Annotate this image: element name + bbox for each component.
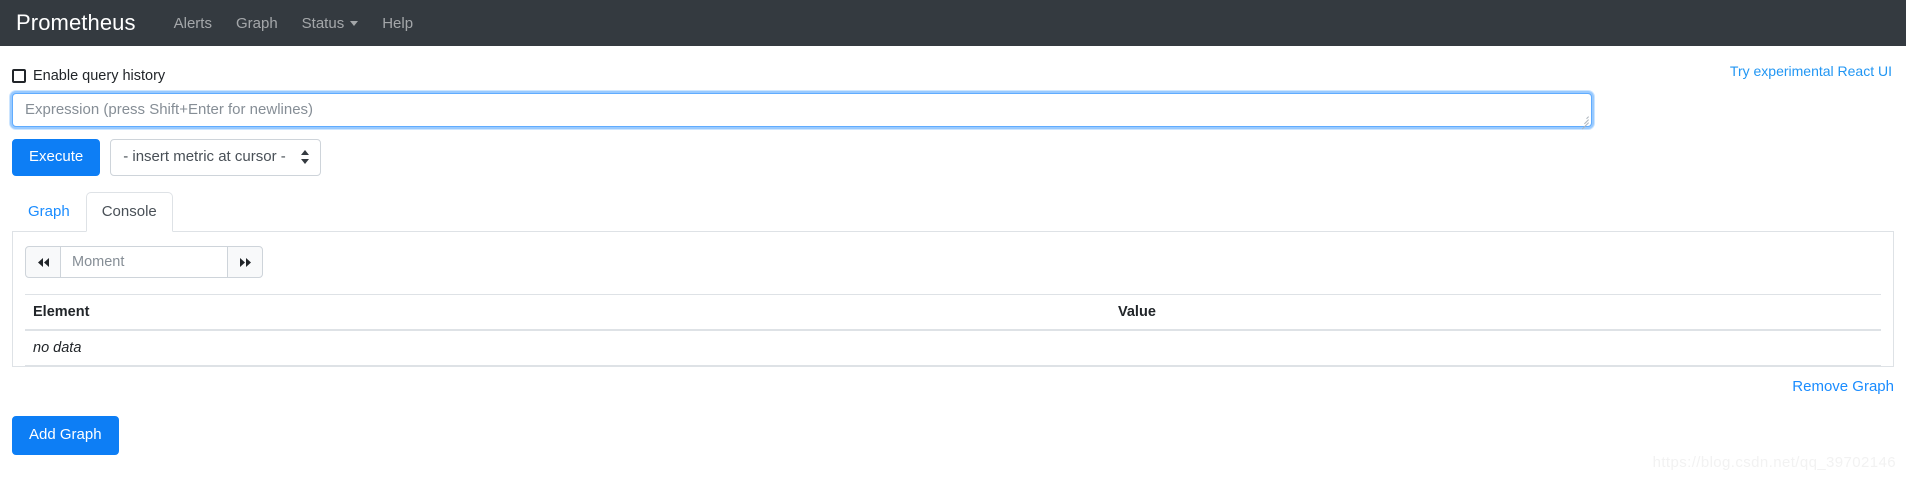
enable-query-history-checkbox[interactable] — [12, 69, 26, 83]
nav-link-status[interactable]: Status — [290, 11, 371, 36]
moment-control-group — [25, 246, 1881, 278]
results-table-body: no data — [25, 330, 1881, 366]
page-container: Try experimental React UI Enable query h… — [0, 46, 1906, 455]
table-row: no data — [25, 330, 1881, 366]
double-right-arrow-icon — [239, 257, 252, 268]
results-table-header-row: Element Value — [25, 295, 1881, 331]
query-history-row: Enable query history — [12, 46, 1894, 84]
step-backward-button[interactable] — [25, 246, 61, 278]
nav-link-help[interactable]: Help — [370, 11, 425, 36]
chevron-down-icon — [350, 21, 358, 26]
tab-graph[interactable]: Graph — [12, 192, 86, 233]
nav-link-alerts[interactable]: Alerts — [162, 11, 224, 36]
nav-links: Alerts Graph Status Help — [162, 11, 425, 36]
metric-select-wrapper: - insert metric at cursor - — [110, 139, 321, 176]
add-graph-button[interactable]: Add Graph — [12, 416, 119, 455]
watermark-text: https://blog.csdn.net/qq_39702146 — [1653, 454, 1896, 471]
navbar: Prometheus Alerts Graph Status Help — [0, 0, 1906, 46]
no-data-message: no data — [25, 330, 1881, 366]
brand-prometheus[interactable]: Prometheus — [16, 10, 136, 36]
moment-input[interactable] — [61, 246, 227, 278]
console-panel: Element Value no data — [12, 232, 1894, 367]
column-header-element: Element — [25, 295, 1110, 331]
nav-link-status-label: Status — [302, 15, 345, 32]
try-react-ui-link[interactable]: Try experimental React UI — [1730, 63, 1892, 79]
panel-tabs: Graph Console — [12, 192, 1894, 233]
column-header-value: Value — [1110, 295, 1881, 331]
double-left-arrow-icon — [37, 257, 50, 268]
remove-graph-link[interactable]: Remove Graph — [1792, 378, 1894, 395]
enable-query-history-label[interactable]: Enable query history — [33, 68, 165, 84]
step-forward-button[interactable] — [227, 246, 263, 278]
execute-button[interactable]: Execute — [12, 139, 100, 176]
execute-row: Execute - insert metric at cursor - — [12, 139, 1894, 176]
tab-console[interactable]: Console — [86, 192, 173, 233]
results-table: Element Value no data — [25, 294, 1881, 366]
remove-graph-row: Remove Graph — [12, 367, 1894, 396]
nav-link-graph[interactable]: Graph — [224, 11, 290, 36]
expression-input[interactable] — [12, 93, 1592, 127]
insert-metric-select[interactable]: - insert metric at cursor - — [110, 139, 321, 176]
expression-input-wrapper — [12, 93, 1592, 127]
results-table-head: Element Value — [25, 295, 1881, 331]
